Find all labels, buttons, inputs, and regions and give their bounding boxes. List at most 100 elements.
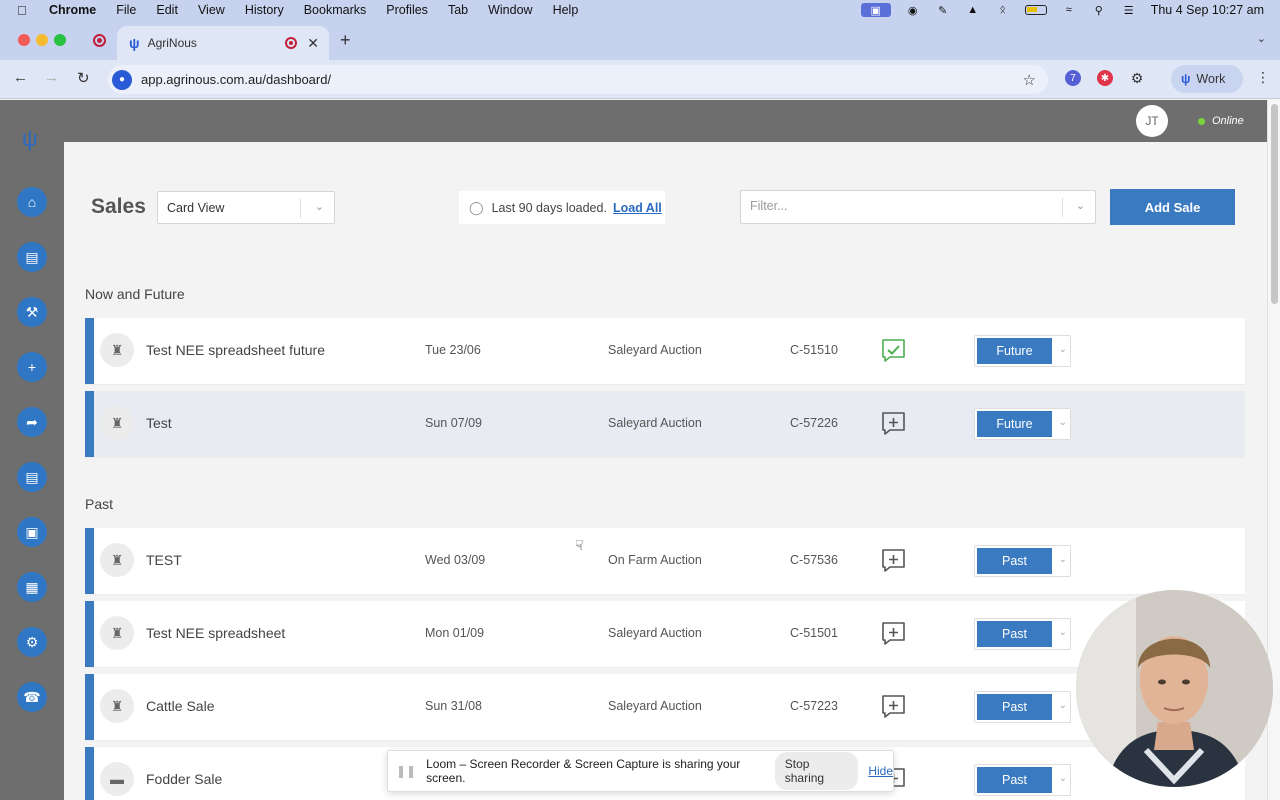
menu-app-name[interactable]: Chrome [49, 3, 96, 17]
sale-type: Saleyard Auction [608, 626, 702, 640]
chevron-down-icon[interactable]: ⌄ [1059, 417, 1067, 428]
support-headset-icon[interactable]: ☎ [17, 682, 47, 712]
edit-icon[interactable]: ✎ [935, 3, 951, 17]
battery-icon[interactable] [1024, 5, 1047, 15]
add-comment-icon[interactable] [881, 621, 906, 645]
filter-select[interactable]: ⌄ [740, 190, 1096, 224]
sale-row[interactable]: ♜ TEST Wed 03/09 On Farm Auction C-57536 Past… [85, 528, 1245, 594]
scrollbar-thumb[interactable] [1271, 104, 1278, 304]
reload-button[interactable]: ↻ [77, 69, 90, 87]
sale-name[interactable]: Test NEE spreadsheet future [146, 342, 325, 358]
status-select[interactable]: Future ⌄ [974, 335, 1071, 367]
stop-sharing-button[interactable]: Stop sharing [774, 752, 859, 790]
add-comment-icon[interactable] [881, 548, 906, 572]
chevron-down-icon[interactable]: ⌄ [1059, 700, 1067, 711]
menu-file[interactable]: File [116, 3, 136, 17]
apple-icon[interactable]:  [17, 3, 33, 18]
screen-record-icon[interactable]: ▣ [860, 3, 891, 17]
load-all-link[interactable]: Load All [613, 201, 662, 215]
tab-agrinous[interactable]: ψ AgriNous ✕ [117, 26, 329, 60]
status-badge[interactable]: Past [977, 694, 1052, 720]
drive-icon[interactable]: ▲ [965, 3, 981, 17]
sale-row[interactable]: ♜ Test Sun 07/09 Saleyard Auction C-57226 Fut… [85, 391, 1245, 457]
agrinous-logo-icon[interactable]: ψ [22, 126, 38, 152]
status-select[interactable]: Past ⌄ [974, 545, 1071, 577]
webcam-bubble[interactable] [1076, 590, 1273, 787]
extensions-puzzle-icon[interactable]: ⚙ [1129, 70, 1145, 86]
add-sale-button[interactable]: Add Sale [1110, 189, 1235, 225]
menu-help[interactable]: Help [553, 3, 579, 17]
site-info-icon[interactable]: ● [112, 69, 132, 90]
sale-name[interactable]: Test NEE spreadsheet [146, 625, 285, 641]
home-icon[interactable]: ⌂ [17, 187, 47, 217]
bookmark-star-icon[interactable]: ☆ [1023, 71, 1036, 89]
chevron-down-icon[interactable]: ⌄ [1076, 199, 1085, 212]
sale-name[interactable]: TEST [146, 552, 182, 568]
window-zoom-button[interactable] [54, 34, 66, 46]
sale-row[interactable]: ♜ Test NEE spreadsheet Mon 01/09 Saleyard A… [85, 601, 1245, 667]
loom-extension-icon[interactable]: ✱ [1097, 70, 1113, 86]
status-badge[interactable]: Future [977, 411, 1052, 437]
gavel-icon[interactable]: ⚒ [17, 297, 47, 327]
menubar-clock[interactable]: Thu 4 Sep 10:27 am [1151, 3, 1264, 17]
menu-window[interactable]: Window [488, 3, 532, 17]
menu-view[interactable]: View [198, 3, 225, 17]
menu-tab[interactable]: Tab [448, 3, 468, 17]
chevron-down-icon[interactable]: ⌄ [1059, 554, 1067, 565]
chevron-down-icon[interactable]: ⌄ [1059, 627, 1067, 638]
status-select[interactable]: Past ⌄ [974, 691, 1071, 723]
menu-history[interactable]: History [245, 3, 284, 17]
menu-edit[interactable]: Edit [156, 3, 178, 17]
sale-name[interactable]: Cattle Sale [146, 698, 214, 714]
wallet-icon[interactable]: ▦ [17, 572, 47, 602]
settings-icon[interactable]: ⚙ [17, 627, 47, 657]
extension-badge-icon[interactable]: 7 [1065, 70, 1081, 86]
status-select[interactable]: Future ⌄ [974, 408, 1071, 440]
pinned-tab-recording-icon[interactable] [93, 34, 106, 47]
menu-bookmarks[interactable]: Bookmarks [304, 3, 367, 17]
filter-input[interactable] [741, 191, 1041, 221]
tab-search-chevron-icon[interactable]: ⌄ [1257, 32, 1266, 45]
status-badge[interactable]: Past [977, 767, 1052, 793]
window-close-button[interactable] [18, 34, 30, 46]
address-bar[interactable]: ● app.agrinous.com.au/dashboard/ ☆ [108, 65, 1048, 94]
sale-name[interactable]: Test [146, 415, 172, 431]
browser-menu-icon[interactable]: ⋮ [1256, 69, 1270, 86]
inbox-icon[interactable]: ▤ [17, 242, 47, 272]
tab-close-icon[interactable]: ✕ [307, 35, 319, 52]
status-select[interactable]: Past ⌄ [974, 618, 1071, 650]
menu-profiles[interactable]: Profiles [386, 3, 428, 17]
drag-handle-icon[interactable]: ❚❚ [396, 764, 416, 778]
control-center-icon[interactable]: ☰ [1121, 3, 1137, 17]
contact-card-icon[interactable]: ▤ [17, 462, 47, 492]
forward-button[interactable]: → [44, 69, 59, 86]
chevron-down-icon[interactable]: ⌄ [1059, 344, 1067, 355]
chevron-down-icon[interactable]: ⌄ [1059, 773, 1067, 784]
cattle-icon: ♜ [100, 689, 134, 723]
spotlight-icon[interactable]: ⚲ [1091, 3, 1107, 17]
add-comment-icon[interactable] [881, 694, 906, 718]
profile-button[interactable]: ψ Work [1171, 65, 1243, 93]
bluetooth-icon[interactable]: ᛟ [995, 3, 1011, 17]
add-comment-icon[interactable] [881, 411, 906, 435]
sale-name[interactable]: Fodder Sale [146, 771, 222, 787]
sale-row[interactable]: ♜ Test NEE spreadsheet future Tue 23/06 Sal… [85, 318, 1245, 384]
new-tab-button[interactable]: + [340, 30, 351, 51]
grammarly-icon[interactable]: ◉ [905, 3, 921, 17]
status-badge[interactable]: Past [977, 548, 1052, 574]
url-text[interactable]: app.agrinous.com.au/dashboard/ [141, 72, 1023, 87]
share-icon[interactable]: ➦ [17, 407, 47, 437]
hide-link[interactable]: Hide [868, 764, 893, 778]
status-badge[interactable]: Past [977, 621, 1052, 647]
document-icon[interactable]: ▣ [17, 517, 47, 547]
status-badge[interactable]: Future [977, 338, 1052, 364]
comment-checked-icon[interactable] [881, 338, 906, 362]
window-minimize-button[interactable] [36, 34, 48, 46]
view-mode-select[interactable]: Card View ⌄ [157, 191, 335, 224]
avatar[interactable]: JT [1136, 105, 1168, 137]
status-select[interactable]: Past ⌄ [974, 764, 1071, 796]
wifi-icon[interactable]: ≈ [1061, 3, 1077, 17]
add-icon[interactable]: + [17, 352, 47, 382]
sale-row[interactable]: ♜ Cattle Sale Sun 31/08 Saleyard Auction C-5… [85, 674, 1245, 740]
back-button[interactable]: ← [13, 69, 28, 86]
